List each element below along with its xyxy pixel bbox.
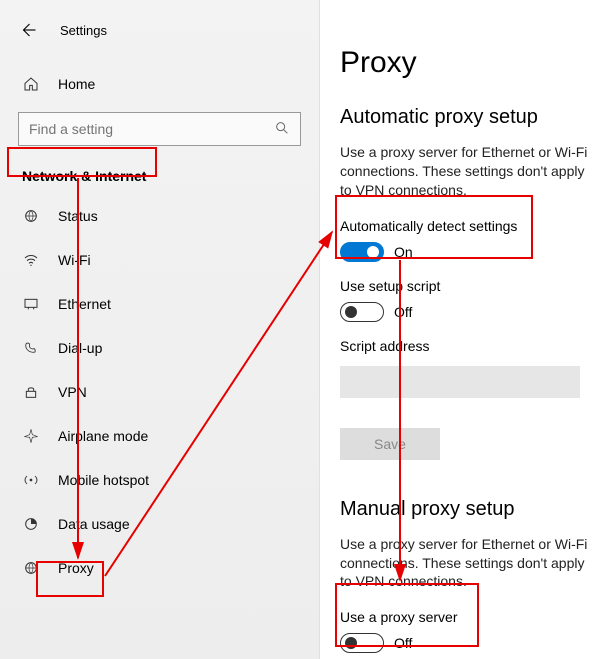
data-usage-icon <box>22 515 40 533</box>
manual-desc: Use a proxy server for Ethernet or Wi-Fi… <box>340 535 600 592</box>
nav-label: VPN <box>58 384 87 400</box>
home-nav[interactable]: Home <box>0 64 319 104</box>
nav-proxy[interactable]: Proxy <box>0 546 319 590</box>
search-icon <box>274 120 290 139</box>
airplane-icon <box>22 427 40 445</box>
setup-script-toggle[interactable] <box>340 302 384 322</box>
nav-status[interactable]: Status <box>0 194 319 238</box>
arrow-left-icon <box>19 21 37 39</box>
nav-airplane[interactable]: Airplane mode <box>0 414 319 458</box>
search-input[interactable] <box>29 121 274 137</box>
nav-label: Proxy <box>58 560 94 576</box>
auto-heading: Automatic proxy setup <box>340 106 600 129</box>
home-icon <box>22 76 40 92</box>
script-address-label: Script address <box>340 338 600 354</box>
nav-label: Mobile hotspot <box>58 472 149 488</box>
nav-vpn[interactable]: VPN <box>0 370 319 414</box>
auto-detect-state: On <box>394 244 413 260</box>
nav-label: Wi-Fi <box>58 252 91 268</box>
window-title: Settings <box>60 23 107 38</box>
setup-script-state: Off <box>394 304 412 320</box>
nav-label: Dial-up <box>58 340 102 356</box>
back-button[interactable] <box>12 14 44 46</box>
section-heading: Network & Internet <box>0 154 319 194</box>
save-button[interactable]: Save <box>340 428 440 460</box>
home-label: Home <box>58 76 95 92</box>
nav-ethernet[interactable]: Ethernet <box>0 282 319 326</box>
nav-dialup[interactable]: Dial-up <box>0 326 319 370</box>
wifi-icon <box>22 251 40 269</box>
nav-list: Status Wi-Fi Ethernet Dial-up VPN Airpla… <box>0 194 319 590</box>
auto-desc: Use a proxy server for Ethernet or Wi-Fi… <box>340 143 600 200</box>
titlebar: Settings <box>0 8 319 64</box>
ethernet-icon <box>22 295 40 313</box>
use-proxy-label: Use a proxy server <box>340 609 600 625</box>
nav-wifi[interactable]: Wi-Fi <box>0 238 319 282</box>
nav-label: Status <box>58 208 98 224</box>
nav-label: Data usage <box>58 516 130 532</box>
main-pane: Proxy Automatic proxy setup Use a proxy … <box>320 0 600 659</box>
proxy-icon <box>22 559 40 577</box>
vpn-icon <box>22 383 40 401</box>
page-title: Proxy <box>340 46 600 80</box>
script-address-input[interactable] <box>340 366 580 398</box>
status-icon <box>22 207 40 225</box>
use-proxy-toggle[interactable] <box>340 633 384 653</box>
nav-datausage[interactable]: Data usage <box>0 502 319 546</box>
use-proxy-state: Off <box>394 635 412 651</box>
nav-label: Ethernet <box>58 296 111 312</box>
search-box[interactable] <box>18 112 301 146</box>
setup-script-label: Use setup script <box>340 278 600 294</box>
sidebar: Settings Home Network & Internet Status <box>0 0 320 659</box>
auto-detect-toggle[interactable] <box>340 242 384 262</box>
hotspot-icon <box>22 471 40 489</box>
nav-label: Airplane mode <box>58 428 148 444</box>
manual-heading: Manual proxy setup <box>340 498 600 521</box>
nav-hotspot[interactable]: Mobile hotspot <box>0 458 319 502</box>
dialup-icon <box>22 339 40 357</box>
auto-detect-label: Automatically detect settings <box>340 218 600 234</box>
